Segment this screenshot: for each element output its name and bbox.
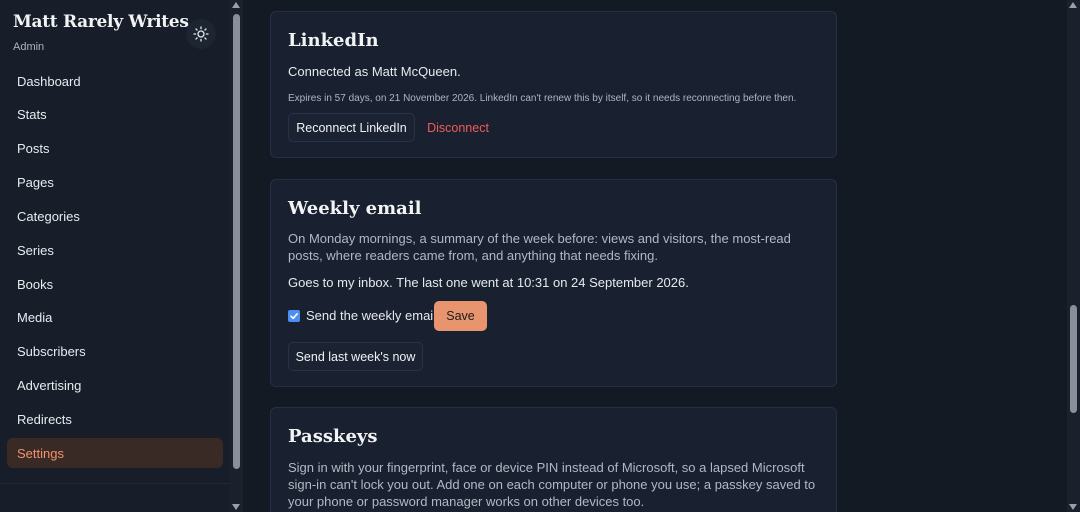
send-last-week-button[interactable]: Send last week's now bbox=[288, 342, 423, 371]
scrollbar-thumb[interactable] bbox=[1070, 305, 1077, 413]
scroll-up-arrow-icon[interactable] bbox=[1069, 2, 1077, 8]
weekly-email-checkbox[interactable] bbox=[288, 310, 300, 322]
sidebar-item-books[interactable]: Books bbox=[7, 269, 223, 299]
sidebar-item-subscribers[interactable]: Subscribers bbox=[7, 337, 223, 367]
linkedin-card: LinkedIn Connected as Matt McQueen. Expi… bbox=[270, 11, 837, 158]
save-button[interactable]: Save bbox=[434, 301, 487, 331]
inbox-link[interactable]: my inbox bbox=[337, 275, 389, 290]
sidebar-item-redirects[interactable]: Redirects bbox=[7, 404, 223, 434]
theme-toggle-button[interactable] bbox=[186, 19, 216, 49]
site-title[interactable]: Matt Rarely Writes bbox=[13, 12, 189, 32]
linkedin-account-name: Matt McQueen bbox=[371, 64, 458, 79]
disconnect-linkedin-button[interactable]: Disconnect bbox=[423, 113, 493, 142]
sidebar-item-settings[interactable]: Settings bbox=[7, 438, 223, 469]
main-scrollbar[interactable] bbox=[1067, 0, 1080, 512]
sidebar-nav: Dashboard Stats Posts Pages Categories S… bbox=[7, 66, 223, 472]
scrollbar-thumb[interactable] bbox=[233, 14, 240, 469]
sidebar-item-advertising[interactable]: Advertising bbox=[7, 371, 223, 401]
weekly-email-status: Goes to my inbox. The last one went at 1… bbox=[288, 275, 689, 290]
weekly-email-card: Weekly email On Monday mornings, a summa… bbox=[270, 179, 837, 387]
site-role: Admin bbox=[13, 41, 45, 53]
sidebar-item-stats[interactable]: Stats bbox=[7, 100, 223, 130]
passkeys-card: Passkeys Sign in with your fingerprint, … bbox=[270, 407, 837, 512]
sidebar: Matt Rarely Writes Admin Dashboard Stats… bbox=[0, 0, 230, 512]
weekly-email-description: On Monday mornings, a summary of the wee… bbox=[288, 231, 791, 263]
sidebar-divider bbox=[0, 483, 230, 484]
sidebar-item-series[interactable]: Series bbox=[7, 235, 223, 265]
passkeys-heading: Passkeys bbox=[288, 426, 378, 447]
linkedin-connected-text: Connected as Matt McQueen. bbox=[288, 64, 461, 79]
scroll-up-arrow-icon[interactable] bbox=[232, 2, 240, 8]
sidebar-item-pages[interactable]: Pages bbox=[7, 168, 223, 198]
weekly-email-heading: Weekly email bbox=[288, 198, 422, 219]
weekly-email-checkbox-label[interactable]: Send the weekly email bbox=[306, 308, 436, 323]
sidebar-item-posts[interactable]: Posts bbox=[7, 134, 223, 164]
scroll-down-arrow-icon[interactable] bbox=[1069, 504, 1077, 510]
reconnect-linkedin-button[interactable]: Reconnect LinkedIn bbox=[288, 113, 415, 142]
sidebar-scrollbar[interactable] bbox=[230, 0, 243, 512]
sidebar-item-dashboard[interactable]: Dashboard bbox=[7, 66, 223, 96]
sidebar-item-categories[interactable]: Categories bbox=[7, 201, 223, 231]
sun-icon bbox=[193, 26, 209, 42]
checkmark-icon bbox=[290, 313, 298, 320]
linkedin-expiry-text: Expires in 57 days, on 21 November 2026.… bbox=[288, 93, 797, 104]
linkedin-heading: LinkedIn bbox=[288, 30, 379, 51]
passkeys-description: Sign in with your fingerprint, face or d… bbox=[288, 460, 816, 509]
sidebar-item-media[interactable]: Media bbox=[7, 303, 223, 333]
scroll-down-arrow-icon[interactable] bbox=[232, 504, 240, 510]
